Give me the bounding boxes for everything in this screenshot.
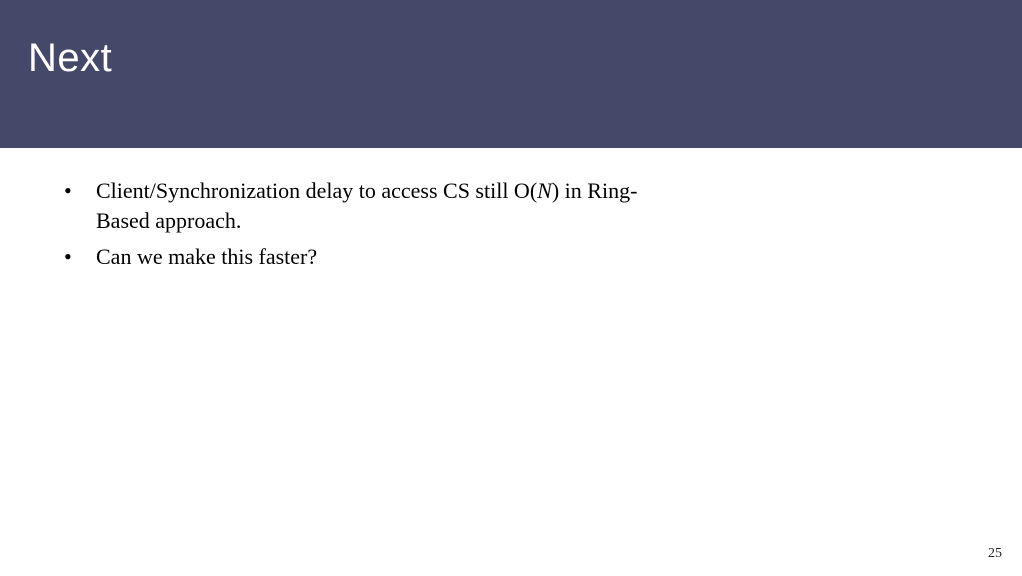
slide-header: Next (0, 0, 1022, 148)
slide-title: Next (28, 36, 994, 81)
list-item: • Client/Synchronization delay to access… (60, 176, 962, 236)
bullet-icon: • (60, 242, 96, 272)
bullet-icon: • (60, 176, 96, 206)
bullet-text: Client/Synchronization delay to access C… (96, 176, 656, 236)
slide-body: • Client/Synchronization delay to access… (0, 148, 1022, 272)
bullet-text-segment: Client/Synchronization delay to access C… (96, 178, 537, 203)
list-item: • Can we make this faster? (60, 242, 962, 272)
bullet-text: Can we make this faster? (96, 242, 317, 272)
slide: Next • Client/Synchronization delay to a… (0, 0, 1022, 576)
page-number: 25 (988, 546, 1002, 562)
bullet-list: • Client/Synchronization delay to access… (60, 176, 962, 272)
bullet-text-variable: N (537, 178, 552, 203)
